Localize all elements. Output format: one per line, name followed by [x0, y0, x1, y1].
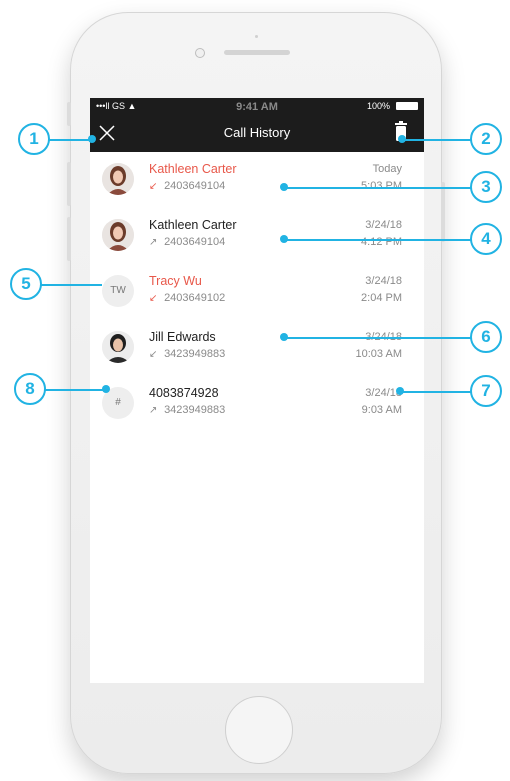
- callout-8: 8: [14, 373, 46, 405]
- caller-name: 4083874928: [149, 386, 219, 400]
- caller-number: 2403649104: [164, 180, 226, 192]
- call-time: 2:04 PM: [361, 292, 402, 304]
- callout-dot: [280, 235, 288, 243]
- callout-leader: [284, 337, 472, 339]
- callout-dot: [88, 135, 96, 143]
- missed-call-icon: ↙: [149, 181, 158, 192]
- caller-name: Tracy Wu: [149, 274, 202, 288]
- callout-5: 5: [10, 268, 42, 300]
- callout-leader: [284, 239, 472, 241]
- avatar: [102, 163, 134, 195]
- callout-4: 4: [470, 223, 502, 255]
- caller-number-line: ↙ 2403649104: [149, 180, 225, 192]
- avatar-photo-icon: [102, 163, 134, 195]
- call-date: 3/24/18: [365, 275, 402, 287]
- caller-number-line: ↙ 2403649102: [149, 292, 225, 304]
- callout-dot: [398, 135, 406, 143]
- avatar: [102, 331, 134, 363]
- callout-7: 7: [470, 375, 502, 407]
- avatar-initials: TW: [110, 285, 126, 296]
- page-title: Call History: [223, 125, 291, 140]
- status-bar: •••ll GS ▲ 9:41 AM 100%: [90, 98, 424, 114]
- call-row[interactable]: # 4083874928 ↗ 3423949883 3/24/18 9:03 A…: [90, 376, 424, 432]
- call-row[interactable]: Kathleen Carter ↙ 2403649104 Today 5:03 …: [90, 152, 424, 208]
- caller-number-line: ↗ 3423949883: [149, 404, 225, 416]
- call-time: 10:03 AM: [355, 348, 402, 360]
- call-time: 9:03 AM: [361, 404, 402, 416]
- outgoing-call-icon: ↗: [149, 405, 158, 416]
- caller-number: 2403649104: [164, 236, 226, 248]
- callout-dot: [102, 385, 110, 393]
- callout-dot: [396, 387, 404, 395]
- callout-dot: [280, 333, 288, 341]
- battery-icon: [396, 102, 418, 110]
- earpiece-speaker: [224, 50, 290, 55]
- battery-percent: 100%: [366, 101, 390, 111]
- incoming-call-icon: ↙: [149, 349, 158, 360]
- callout-1: 1: [18, 123, 50, 155]
- call-time: 5:03 PM: [361, 180, 402, 192]
- screen: •••ll GS ▲ 9:41 AM 100% Call History Kat…: [90, 98, 424, 683]
- outgoing-call-icon: ↗: [149, 237, 158, 248]
- caller-number-line: ↙ 3423949883: [149, 348, 225, 360]
- call-row[interactable]: Kathleen Carter ↗ 2403649104 3/24/18 4:1…: [90, 208, 424, 264]
- proximity-sensor: [255, 35, 258, 38]
- call-date: Today: [372, 163, 402, 175]
- home-button[interactable]: [225, 696, 293, 764]
- call-time: 4:12 PM: [361, 236, 402, 248]
- callout-leader: [40, 284, 102, 286]
- callout-3: 3: [470, 171, 502, 203]
- avatar-photo-icon: [102, 219, 134, 251]
- avatar-photo-icon: [102, 331, 134, 363]
- avatar: [102, 219, 134, 251]
- avatar: TW: [102, 275, 134, 307]
- volume-up-button: [67, 162, 71, 206]
- caller-number: 2403649102: [164, 292, 226, 304]
- callout-leader: [44, 139, 92, 141]
- missed-call-icon: ↙: [149, 293, 158, 304]
- caller-name: Jill Edwards: [149, 330, 216, 344]
- caller-number: 3423949883: [164, 348, 226, 360]
- nav-bar: Call History: [90, 114, 424, 152]
- caller-number: 3423949883: [164, 404, 226, 416]
- callout-leader: [402, 139, 472, 141]
- callout-dot: [280, 183, 288, 191]
- callout-leader: [284, 187, 472, 189]
- caller-number-line: ↗ 2403649104: [149, 236, 225, 248]
- front-camera: [195, 48, 205, 58]
- callout-leader: [400, 391, 472, 393]
- mute-switch: [67, 102, 71, 126]
- volume-down-button: [67, 217, 71, 261]
- call-date: 3/24/18: [365, 219, 402, 231]
- caller-name: Kathleen Carter: [149, 218, 237, 232]
- callout-2: 2: [470, 123, 502, 155]
- call-row[interactable]: TW Tracy Wu ↙ 2403649102 3/24/18 2:04 PM: [90, 264, 424, 320]
- caller-name: Kathleen Carter: [149, 162, 237, 176]
- callout-leader: [44, 389, 106, 391]
- power-button: [441, 182, 445, 242]
- callout-6: 6: [470, 321, 502, 353]
- call-row[interactable]: Jill Edwards ↙ 3423949883 3/24/18 10:03 …: [90, 320, 424, 376]
